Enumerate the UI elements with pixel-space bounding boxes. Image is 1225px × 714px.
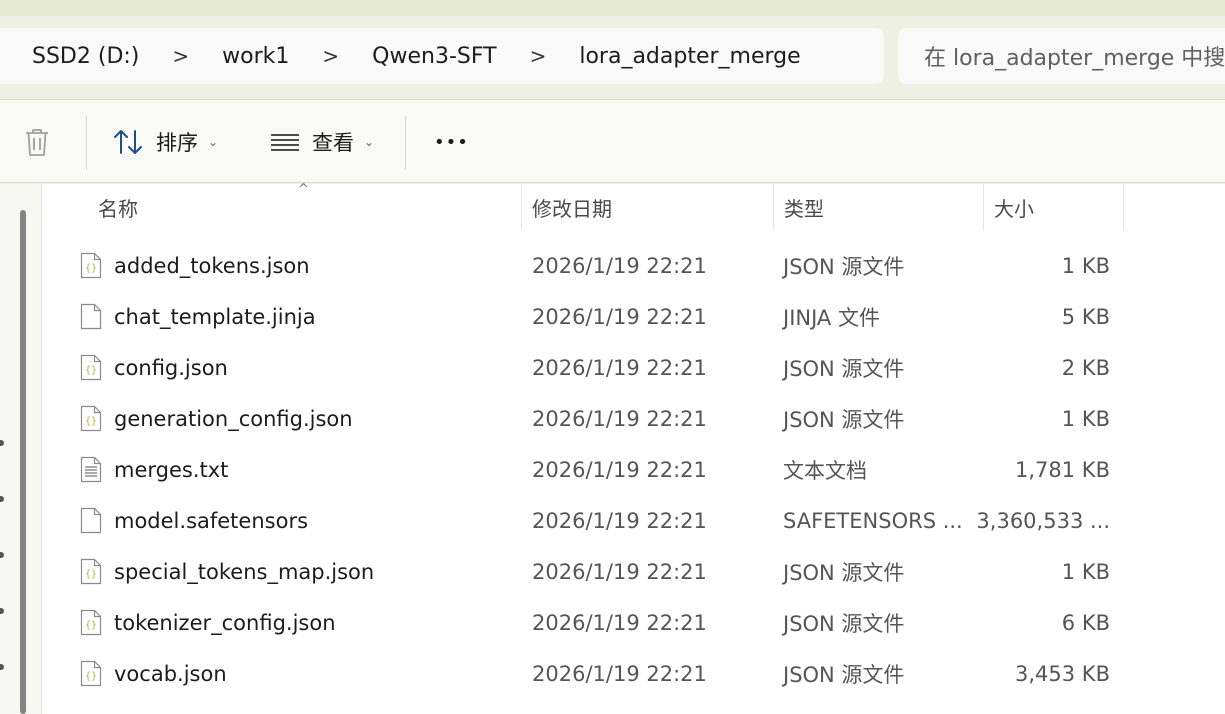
file-row[interactable]: {} generation_config.json 2026/1/19 22:21 J… (70, 393, 1130, 444)
address-bar[interactable]: SSD2 (D:) > work1 > Qwen3-SFT > lora_ada… (0, 28, 884, 84)
text-file-icon (80, 456, 102, 483)
file-modified-date: 2026/1/19 22:21 (532, 355, 707, 380)
file-type: JSON 源文件 (783, 356, 905, 381)
file-name: vocab.json (114, 661, 227, 686)
file-row[interactable]: {} vocab.json 2026/1/19 22:21 JSON 源文件 3,453… (70, 648, 1130, 699)
file-row[interactable]: model.safetensors 2026/1/19 22:21 SAFETENS… (70, 495, 1130, 546)
file-modified-date: 2026/1/19 22:21 (532, 304, 707, 329)
file-row[interactable]: {} added_tokens.json 2026/1/19 22:21 JSON 源… (70, 240, 1130, 291)
scrollbar-thumb[interactable] (20, 210, 26, 714)
file-type: SAFETENSORS ... (783, 508, 963, 533)
navigation-pane (0, 184, 42, 714)
file-size: 3,360,533 ... (976, 508, 1110, 533)
file-list-pane: ^ 名称 修改日期 类型 大小 {} added_tokens.json 2026/… (0, 182, 1225, 714)
file-modified-date: 2026/1/19 22:21 (532, 457, 707, 482)
json-file-icon: {} (80, 609, 102, 636)
json-file-icon: {} (80, 252, 102, 279)
window-top-strip (0, 0, 1225, 16)
file-size: 1,781 KB (1015, 457, 1110, 482)
sort-button[interactable]: 排序 ⌄ (112, 100, 218, 184)
trash-icon (26, 129, 48, 156)
breadcrumb-item-work1[interactable]: work1 (222, 44, 289, 69)
sort-label: 排序 (156, 131, 198, 155)
breadcrumb-separator[interactable]: > (322, 44, 339, 68)
search-input[interactable]: 在 lora_adapter_merge 中搜 (898, 28, 1225, 84)
file-type: JSON 源文件 (783, 407, 905, 432)
more-icon: ••• (434, 131, 469, 153)
breadcrumb-item-drive[interactable]: SSD2 (D:) (32, 44, 139, 69)
delete-button[interactable] (22, 100, 52, 184)
breadcrumb-separator[interactable]: > (530, 44, 547, 68)
file-name: merges.txt (114, 457, 229, 482)
file-size: 2 KB (1061, 355, 1110, 380)
file-size: 3,453 KB (1015, 661, 1110, 686)
svg-text:{}: {} (85, 671, 97, 682)
file-type: JSON 源文件 (783, 254, 905, 279)
column-header-type[interactable]: 类型 (774, 184, 982, 230)
file-row[interactable]: {} tokenizer_config.json 2026/1/19 22:21 JS… (70, 597, 1130, 648)
json-file-icon: {} (80, 660, 102, 687)
file-row[interactable]: chat_template.jinja 2026/1/19 22:21 JINJA … (70, 291, 1130, 342)
more-options-button[interactable]: ••• (434, 100, 469, 184)
view-button[interactable]: 查看 ⌄ (270, 100, 374, 184)
list-view-icon (271, 134, 299, 151)
file-name: generation_config.json (114, 406, 353, 431)
file-size: 1 KB (1061, 559, 1110, 584)
file-size: 1 KB (1061, 406, 1110, 431)
file-type: JSON 源文件 (783, 662, 905, 687)
file-modified-date: 2026/1/19 22:21 (532, 508, 707, 533)
file-type: JSON 源文件 (783, 560, 905, 585)
file-type: 文本文档 (783, 458, 867, 483)
file-size: 1 KB (1061, 253, 1110, 278)
svg-text:{}: {} (85, 263, 97, 274)
view-label: 查看 (312, 131, 354, 155)
file-row[interactable]: {} special_tokens_map.json 2026/1/19 22:21… (70, 546, 1130, 597)
file-name: special_tokens_map.json (114, 559, 375, 584)
file-name: config.json (114, 355, 228, 380)
file-row[interactable]: {} config.json 2026/1/19 22:21 JSON 源文件 2 KB (70, 342, 1130, 393)
breadcrumb-item-qwen3-sft[interactable]: Qwen3-SFT (372, 44, 496, 69)
blank-file-icon (80, 303, 102, 330)
breadcrumb-item-current[interactable]: lora_adapter_merge (579, 44, 800, 69)
json-file-icon: {} (80, 405, 102, 432)
file-type: JINJA 文件 (783, 305, 880, 330)
chevron-down-icon: ⌄ (208, 135, 219, 149)
file-name: tokenizer_config.json (114, 610, 336, 635)
file-type: JSON 源文件 (783, 611, 905, 636)
column-divider[interactable] (1123, 184, 1124, 230)
svg-text:{}: {} (85, 620, 97, 631)
toolbar-divider (405, 116, 406, 170)
file-modified-date: 2026/1/19 22:21 (532, 661, 707, 686)
column-header-modified[interactable]: 修改日期 (522, 184, 772, 230)
column-header-name[interactable]: 名称 (88, 184, 520, 230)
json-file-icon: {} (80, 354, 102, 381)
svg-text:{}: {} (85, 416, 97, 427)
chevron-down-icon: ⌄ (364, 135, 375, 149)
file-modified-date: 2026/1/19 22:21 (532, 559, 707, 584)
file-name: added_tokens.json (114, 253, 310, 278)
column-header-size[interactable]: 大小 (984, 184, 1122, 230)
file-size: 6 KB (1061, 610, 1110, 635)
command-bar: 排序 ⌄ 查看 ⌄ ••• (0, 99, 1225, 183)
svg-text:{}: {} (85, 569, 97, 580)
file-row[interactable]: merges.txt 2026/1/19 22:21 文本文档 1,781 KB (70, 444, 1130, 495)
breadcrumb-separator[interactable]: > (172, 44, 189, 68)
file-modified-date: 2026/1/19 22:21 (532, 253, 707, 278)
file-name: model.safetensors (114, 508, 309, 533)
sort-arrows-icon (114, 130, 142, 154)
file-modified-date: 2026/1/19 22:21 (532, 406, 707, 431)
file-size: 5 KB (1061, 304, 1110, 329)
blank-file-icon (80, 507, 102, 534)
toolbar-divider (86, 116, 87, 170)
svg-text:{}: {} (85, 365, 97, 376)
file-modified-date: 2026/1/19 22:21 (532, 610, 707, 635)
json-file-icon: {} (80, 558, 102, 585)
file-name: chat_template.jinja (114, 304, 316, 329)
